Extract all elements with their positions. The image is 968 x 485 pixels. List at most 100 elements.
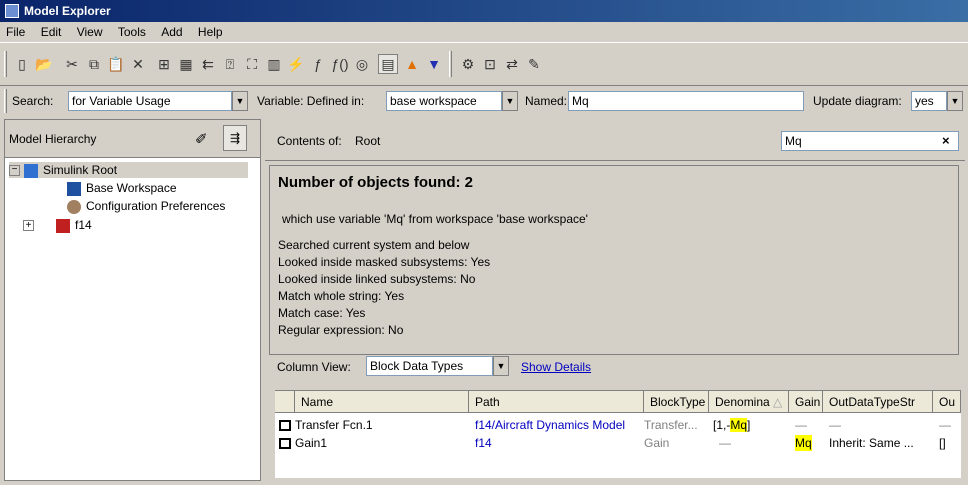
- column-view-select[interactable]: Block Data Types: [366, 356, 493, 376]
- row-denominator[interactable]: [1,-Mq]: [713, 417, 750, 433]
- table-row[interactable]: Transfer Fcn.1: [279, 417, 373, 433]
- add-event-icon[interactable]: ⚡: [286, 54, 306, 74]
- column-header-name[interactable]: Name: [295, 391, 469, 413]
- table-row[interactable]: Gain1: [279, 435, 327, 451]
- model-hierarchy-title: Model Hierarchy: [9, 132, 97, 146]
- searchbar-grip[interactable]: [4, 89, 7, 113]
- toolbar: ▯ 📂 ✂ ⧉ 📋 ✕ ⊞ ▦ ⇇ ⍰ ⛶ ▥ ⚡ ƒ ƒ() ◎ ▤ ▲ ▼ …: [0, 42, 968, 86]
- copy-icon[interactable]: ⧉: [84, 54, 104, 74]
- row-outdatatype: —: [829, 418, 841, 432]
- menu-help[interactable]: Help: [192, 22, 229, 39]
- objects-found-heading: Number of objects found: 2: [278, 174, 473, 191]
- row-path-link[interactable]: f14/Aircraft Dynamics Model: [475, 417, 625, 433]
- menu-edit[interactable]: Edit: [35, 22, 68, 39]
- column-header-gain[interactable]: Gain: [789, 391, 823, 413]
- search-tool-icon[interactable]: ⚙: [458, 54, 478, 74]
- add-target-icon[interactable]: ◎: [352, 54, 372, 74]
- menu-bar: File Edit View Tools Add Help: [0, 22, 968, 42]
- menu-file[interactable]: File: [0, 22, 31, 39]
- menu-tools[interactable]: Tools: [112, 22, 152, 39]
- clear-filter-icon[interactable]: ×: [942, 133, 950, 148]
- row-outdatatype[interactable]: Inherit: Same ...: [829, 435, 914, 451]
- paste-icon[interactable]: 📋: [106, 54, 126, 74]
- add-function-icon[interactable]: ƒ: [308, 54, 328, 74]
- model-icon: [56, 218, 70, 233]
- swap-icon[interactable]: ⇄: [502, 54, 522, 74]
- tree-item-label: Configuration Preferences: [86, 199, 226, 213]
- column-header-ou[interactable]: Ou: [933, 391, 961, 413]
- column-header-outdatatype[interactable]: OutDataTypeStr: [823, 391, 933, 413]
- workspace-select[interactable]: base workspace: [386, 91, 502, 111]
- menu-view[interactable]: View: [71, 22, 109, 39]
- search-info-line: Looked inside masked subsystems: Yes: [278, 255, 491, 269]
- chevron-down-icon[interactable]: ▼: [232, 91, 248, 111]
- model-hierarchy-pane: Model Hierarchy ✐ ⇶ − Simulink Root Base …: [4, 119, 261, 481]
- edit-icon[interactable]: ✎: [524, 54, 544, 74]
- matlab-icon[interactable]: ▲: [402, 54, 422, 74]
- tree-root-label: Simulink Root: [43, 163, 118, 177]
- contents-header: Contents of: Root Mq ×: [265, 119, 965, 161]
- denom-suffix: ]: [747, 418, 751, 432]
- add-bus-icon[interactable]: ⛶: [242, 54, 262, 74]
- add-param-icon[interactable]: ⍰: [220, 54, 240, 74]
- expand-icon[interactable]: +: [23, 220, 34, 232]
- column-header-denominator[interactable]: Denomina △: [709, 391, 789, 413]
- row-gain: —: [795, 418, 807, 432]
- contents-filter-input[interactable]: Mq: [781, 131, 959, 151]
- tree-item-f14[interactable]: + f14: [23, 217, 92, 233]
- add-matrix-icon[interactable]: ▦: [176, 54, 196, 74]
- add-fcn-call-icon[interactable]: ƒ(): [330, 54, 350, 74]
- app-icon: [5, 4, 19, 18]
- search-type-select[interactable]: for Variable Usage: [68, 91, 232, 111]
- chevron-down-icon[interactable]: ▼: [493, 356, 509, 376]
- row-denominator: —: [719, 436, 731, 450]
- row-gain-highlight[interactable]: Mq: [795, 435, 812, 451]
- new-icon[interactable]: ▯: [12, 54, 32, 74]
- add-signal-icon[interactable]: ⇇: [198, 54, 218, 74]
- search-info-line: Looked inside linked subsystems: No: [278, 272, 476, 286]
- named-input[interactable]: Mq: [568, 91, 804, 111]
- row-blocktype: Gain: [644, 436, 670, 450]
- add-model-icon[interactable]: ⊞: [154, 54, 174, 74]
- toolbar-grip[interactable]: [4, 51, 7, 77]
- cut-icon[interactable]: ✂: [62, 54, 82, 74]
- search-info-line: Regular expression: No: [278, 323, 404, 337]
- contents-pane: Contents of: Root Mq × Number of objects…: [265, 119, 965, 481]
- chevron-down-icon[interactable]: ▼: [502, 91, 518, 111]
- variable-usage-text: which use variable 'Mq' from workspace '…: [282, 212, 588, 226]
- tree-item-base-workspace[interactable]: Base Workspace: [67, 180, 177, 196]
- menu-add[interactable]: Add: [155, 22, 188, 39]
- open-icon[interactable]: 📂: [34, 54, 54, 74]
- column-header-blocktype[interactable]: BlockType: [644, 391, 709, 413]
- update-diagram-select[interactable]: yes: [911, 91, 947, 111]
- results-table: Name Path BlockType Denomina △ Gain OutD…: [275, 390, 961, 478]
- denom-prefix: [1,-: [713, 418, 731, 432]
- show-libraries-icon[interactable]: ✐: [195, 130, 208, 148]
- row-name: Transfer Fcn.1: [295, 418, 373, 432]
- details-view-icon[interactable]: ▤: [378, 54, 398, 74]
- search-bar: Search: for Variable Usage ▼ Variable: D…: [0, 87, 968, 115]
- model-hierarchy-header: Model Hierarchy ✐ ⇶: [5, 120, 260, 158]
- tree-item-config-prefs[interactable]: Configuration Preferences: [67, 198, 225, 214]
- collapse-icon[interactable]: −: [9, 165, 20, 177]
- row-ou[interactable]: []: [939, 435, 946, 451]
- simulink-icon[interactable]: ▼: [424, 54, 444, 74]
- update-diagram-label: Update diagram:: [813, 94, 902, 108]
- row-blocktype: Transfer...: [644, 418, 698, 432]
- gain-block-icon: [279, 438, 291, 450]
- show-tree-icon[interactable]: ⇶: [223, 125, 247, 151]
- sort-ascending-icon: △: [773, 395, 783, 409]
- row-path-link[interactable]: f14: [475, 435, 492, 451]
- toolbar-grip-2[interactable]: [449, 51, 452, 77]
- search-type-label: Search:: [12, 94, 54, 108]
- chevron-down-icon[interactable]: ▼: [947, 91, 963, 111]
- show-details-link[interactable]: Show Details: [521, 360, 591, 374]
- named-label: Named:: [525, 94, 568, 108]
- delete-icon[interactable]: ✕: [128, 54, 148, 74]
- block-icon[interactable]: ⊡: [480, 54, 500, 74]
- search-info-line: Match whole string: Yes: [278, 289, 405, 303]
- tree-root[interactable]: − Simulink Root: [9, 162, 248, 178]
- contents-label: Contents of:: [277, 134, 342, 148]
- add-table-icon[interactable]: ▥: [264, 54, 284, 74]
- column-header-path[interactable]: Path: [469, 391, 644, 413]
